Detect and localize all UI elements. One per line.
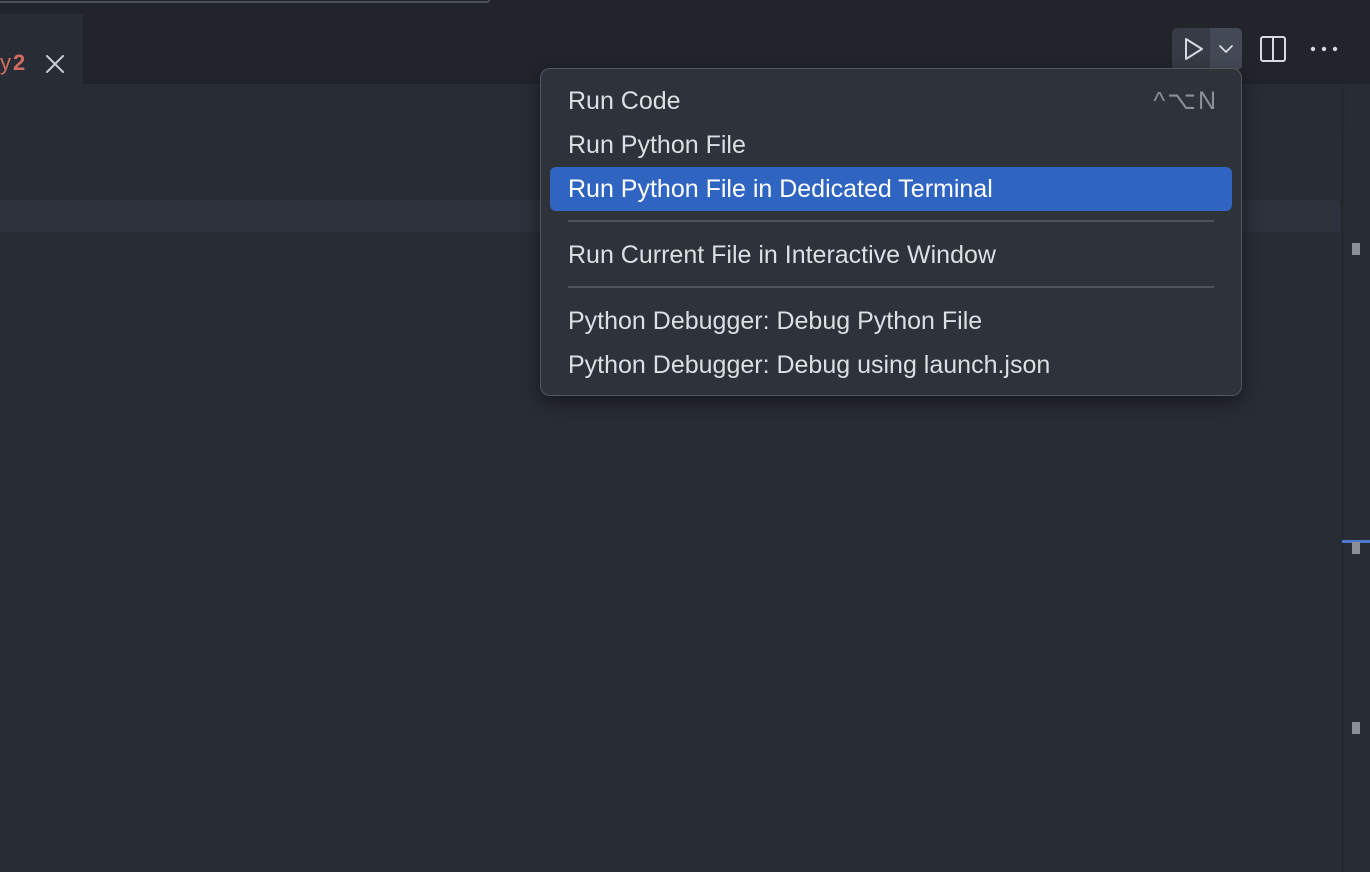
menu-item-debug-python-file[interactable]: Python Debugger: Debug Python File [550, 299, 1232, 343]
menu-item-label: Run Python File [568, 131, 746, 159]
run-button-group [1172, 28, 1242, 70]
chevron-down-icon [1219, 45, 1233, 53]
menu-item-run-python-file-dedicated-terminal[interactable]: Run Python File in Dedicated Terminal [550, 167, 1232, 211]
vscode-window: y 2 Run Code ^⌥N Run Python File Run Pyt… [0, 0, 1370, 872]
menu-item-run-code[interactable]: Run Code ^⌥N [550, 79, 1232, 123]
menu-separator [568, 286, 1214, 288]
ellipsis-icon [1310, 46, 1338, 52]
run-dropdown-button[interactable] [1210, 28, 1242, 70]
tab-filename-tail: y [0, 50, 11, 75]
overview-ruler-mark [1352, 722, 1360, 734]
keybinding-hint: ^⌥N [1153, 87, 1218, 115]
menu-item-label: Python Debugger: Debug using launch.json [568, 351, 1051, 379]
menu-item-debug-launch-json[interactable]: Python Debugger: Debug using launch.json [550, 343, 1232, 387]
menu-item-label: Python Debugger: Debug Python File [568, 307, 983, 335]
split-editor-icon [1260, 36, 1286, 62]
run-dropdown-menu: Run Code ^⌥N Run Python File Run Python … [540, 68, 1242, 396]
overview-ruler-mark [1352, 542, 1360, 554]
close-icon[interactable] [43, 52, 67, 76]
editor-scrollbar[interactable] [1342, 130, 1370, 872]
play-icon [1185, 38, 1203, 60]
more-actions-button[interactable] [1308, 34, 1340, 64]
menu-item-label: Run Python File in Dedicated Terminal [568, 175, 993, 203]
editor-tab[interactable]: y 2 [0, 14, 83, 84]
menu-item-run-python-file[interactable]: Run Python File [550, 123, 1232, 167]
menu-item-label: Run Current File in Interactive Window [568, 241, 996, 269]
overview-ruler-mark [1352, 243, 1360, 255]
menu-item-label: Run Code [568, 87, 681, 115]
run-python-file-button[interactable] [1172, 28, 1210, 70]
menu-separator [568, 220, 1214, 222]
window-edge [0, 0, 490, 3]
split-editor-button[interactable] [1258, 34, 1288, 64]
tab-problem-count: 2 [13, 50, 26, 75]
menu-item-run-current-file-interactive[interactable]: Run Current File in Interactive Window [550, 233, 1232, 277]
